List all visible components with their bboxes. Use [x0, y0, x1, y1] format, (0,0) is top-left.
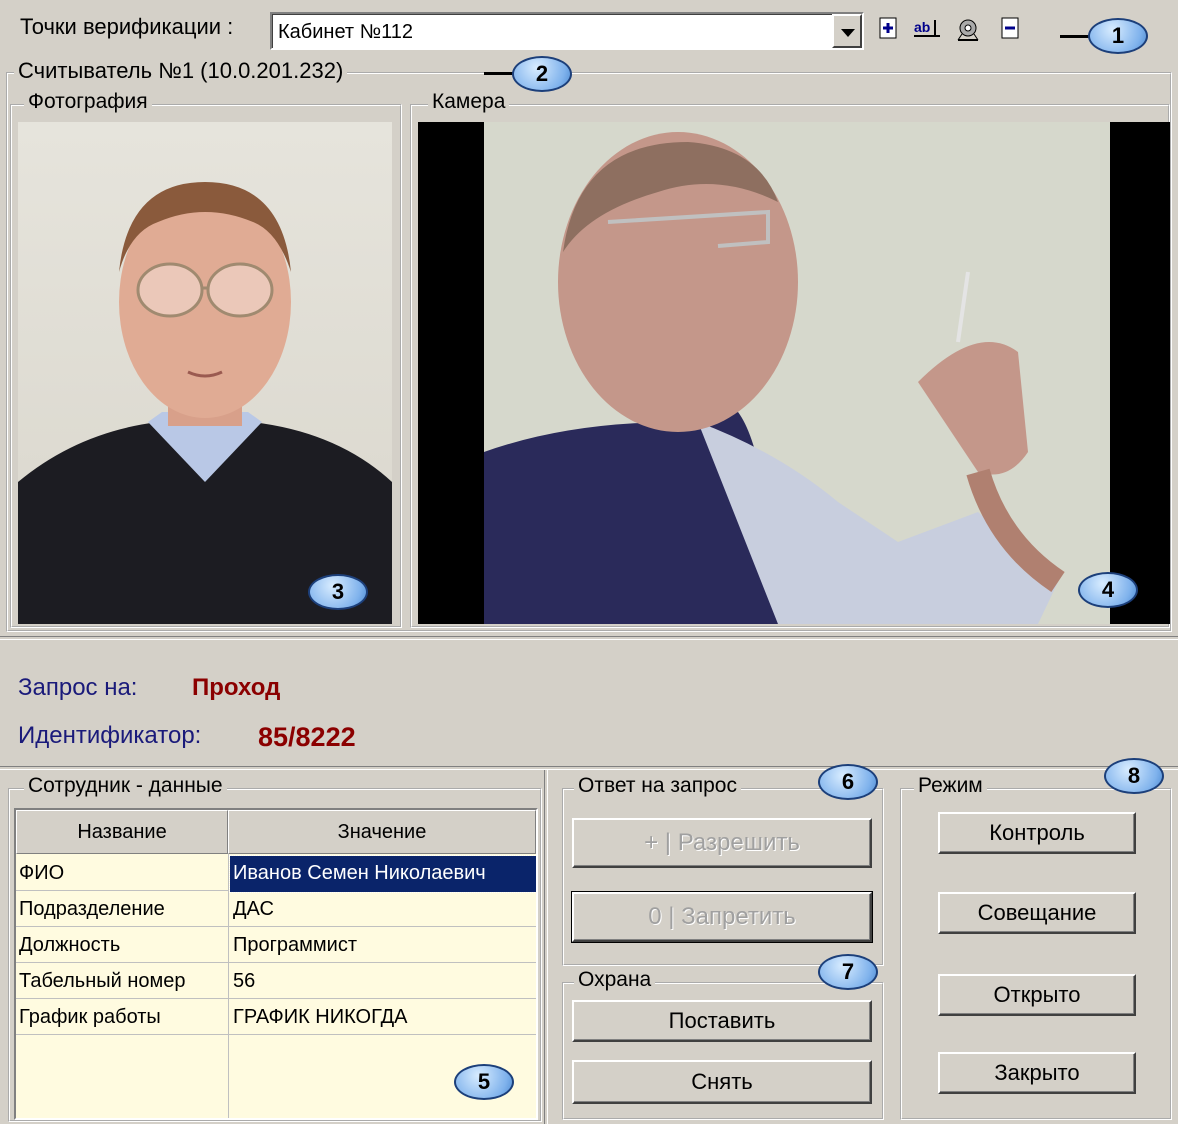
- request-for-label: Запрос на:: [18, 674, 138, 701]
- callout-3: 3: [308, 574, 368, 610]
- photo-title: Фотография: [24, 90, 152, 114]
- callout-8: 8: [1104, 758, 1164, 794]
- verification-points-label: Точки верификации :: [20, 14, 234, 39]
- column-divider: [228, 854, 229, 1118]
- disarm-button[interactable]: Снять: [572, 1060, 872, 1104]
- add-point-icon[interactable]: [876, 16, 902, 42]
- rename-icon[interactable]: ab: [912, 16, 946, 42]
- table-cell-name[interactable]: ФИО: [16, 856, 228, 892]
- allow-button[interactable]: + | Разрешить: [572, 818, 872, 868]
- mode-control-button[interactable]: Контроль: [938, 812, 1136, 854]
- callout-1: 1: [1088, 18, 1148, 54]
- verification-points-value: Кабинет №112: [278, 21, 413, 43]
- employee-photo: [18, 122, 392, 624]
- identifier-label: Идентификатор:: [18, 722, 202, 749]
- arm-button[interactable]: Поставить: [572, 1000, 872, 1042]
- callout-6: 6: [818, 764, 878, 800]
- callout-leader: [484, 72, 514, 75]
- column-header-value[interactable]: Значение: [228, 810, 536, 854]
- table-cell-name[interactable]: Подразделение: [16, 892, 228, 928]
- table-cell-value[interactable]: Иванов Семен Николаевич: [229, 855, 537, 893]
- reader-title: Считыватель №1 (10.0.201.232): [14, 58, 348, 84]
- mode-closed-button[interactable]: Закрыто: [938, 1052, 1136, 1094]
- request-for-value: Проход: [192, 674, 281, 701]
- verification-window: Точки верификации : Кабинет №112 ab Счит…: [0, 0, 1178, 1124]
- horizontal-splitter[interactable]: [0, 766, 1178, 770]
- guard-title: Охрана: [574, 968, 656, 992]
- deny-button[interactable]: 0 | Запретить: [572, 892, 872, 942]
- column-header-name[interactable]: Название: [16, 810, 228, 854]
- callout-4: 4: [1078, 572, 1138, 608]
- camera-title: Камера: [428, 90, 510, 114]
- camera-view: [418, 122, 1170, 624]
- mode-open-button[interactable]: Открыто: [938, 974, 1136, 1016]
- chevron-down-icon[interactable]: [832, 14, 862, 48]
- callout-leader: [1060, 35, 1090, 38]
- employee-title: Сотрудник - данные: [24, 774, 227, 798]
- svg-text:ab: ab: [914, 19, 930, 35]
- callout-2: 2: [512, 56, 572, 92]
- settings-icon[interactable]: [954, 16, 984, 42]
- table-cell-value[interactable]: ДАС: [230, 892, 536, 928]
- table-cell-value[interactable]: 56: [230, 964, 536, 1000]
- remove-point-icon[interactable]: [998, 16, 1024, 42]
- answer-title: Ответ на запрос: [574, 774, 741, 798]
- callout-7: 7: [818, 954, 878, 990]
- table-cell-value[interactable]: ГРАФИК НИКОГДА: [230, 1000, 536, 1036]
- table-cell-name[interactable]: Табельный номер: [16, 964, 228, 1000]
- callout-5: 5: [454, 1064, 514, 1100]
- table-cell-name[interactable]: График работы: [16, 1000, 228, 1036]
- table-cell-name[interactable]: Должность: [16, 928, 228, 964]
- vertical-splitter[interactable]: [544, 770, 548, 1124]
- identifier-value: 85/8222: [258, 722, 356, 752]
- mode-title: Режим: [914, 774, 987, 798]
- table-cell-value[interactable]: Программист: [230, 928, 536, 964]
- verification-points-select[interactable]: Кабинет №112: [270, 12, 864, 50]
- mode-meeting-button[interactable]: Совещание: [938, 892, 1136, 934]
- horizontal-splitter[interactable]: [0, 636, 1178, 640]
